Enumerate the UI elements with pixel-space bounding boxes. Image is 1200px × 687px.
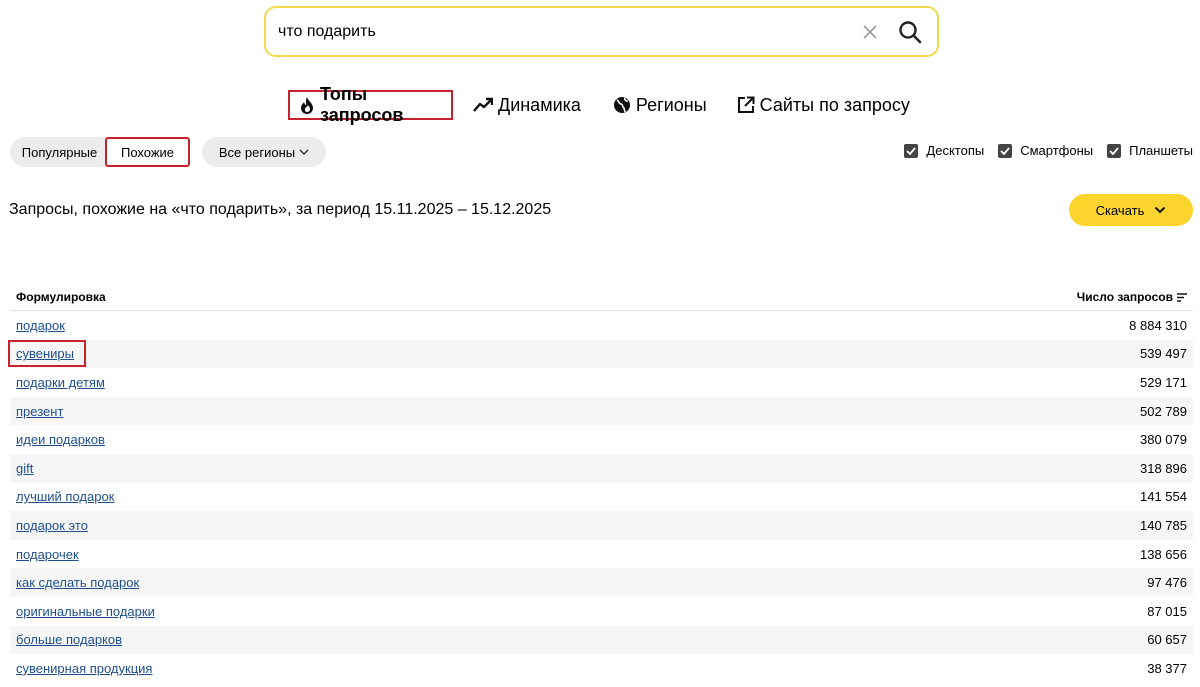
table-row: подарок это 140 785 [10,511,1193,540]
column-count: Число запросов [1076,290,1173,304]
query-link[interactable]: gift [16,461,33,476]
tab-label: Регионы [635,94,707,115]
column-phrase: Формулировка [16,290,106,304]
search-input[interactable] [266,8,855,55]
regions-dropdown[interactable]: Все регионы [202,137,326,167]
checkbox-checked-icon[interactable] [1107,143,1122,158]
checkbox-checked-icon[interactable] [904,143,919,158]
query-count: 529 171 [1140,374,1187,390]
device-label: Смартфоны [1020,143,1094,158]
search-box [264,6,939,57]
query-count: 380 079 [1140,432,1187,448]
download-label: Скачать [1095,202,1145,218]
queries-table: Формулировка Число запросов подарок 8 884… [7,284,1193,683]
tab-top-queries[interactable]: Топы запросов [288,84,453,125]
query-count: 8 884 310 [1129,317,1187,333]
external-link-icon [737,96,755,114]
checkbox-checked-icon[interactable] [998,143,1013,158]
filter-popular[interactable]: Популярные [10,137,107,167]
query-link[interactable]: подарок это [16,518,88,533]
query-link[interactable]: идеи подарков [16,432,105,447]
table-row: сувенирная продукция 38 377 [10,654,1193,683]
table-row: презент 502 789 [10,396,1193,426]
table-row: больше подарков 60 657 [10,625,1193,655]
query-link[interactable]: подарочек [16,547,79,562]
table-row: подарок 8 884 310 [10,311,1193,340]
chevron-down-icon [1154,206,1166,214]
query-count: 140 785 [1140,517,1187,533]
tab-regions[interactable]: Регионы [613,90,707,120]
page-title: Запросы, похожие на «что подарить», за п… [9,201,552,218]
query-link[interactable]: презент [16,404,63,419]
table-row: подарки детям 529 171 [10,368,1193,397]
sort-icon [1177,292,1187,302]
chevron-down-icon [299,149,309,155]
table-row: сувениры 539 497 [7,339,1193,369]
search-icon[interactable] [893,15,927,49]
query-link[interactable]: сувенирная продукция [16,661,152,676]
query-link[interactable]: оригинальные подарки [16,604,155,619]
query-count: 318 896 [1140,460,1187,476]
globe-icon [613,96,631,114]
table-row: лучший подарок 141 554 [10,483,1193,512]
query-count: 97 476 [1147,575,1187,591]
query-count: 502 789 [1140,403,1187,419]
query-count: 539 497 [1140,346,1187,362]
query-count: 60 657 [1147,632,1187,648]
device-label: Планшеты [1129,143,1193,158]
device-smartphone[interactable]: Смартфоны [998,143,1093,158]
device-desktop[interactable]: Десктопы [904,143,984,158]
query-count: 38 377 [1147,660,1187,676]
tab-dynamics[interactable]: Динамика [473,90,581,120]
query-link[interactable]: подарок [16,318,65,333]
tab-label: Топы запросов [320,84,404,125]
column-count-sort[interactable]: Число запросов [1077,290,1187,304]
table-body: подарок 8 884 310 сувениры 539 497 подарки д… [7,311,1193,683]
trend-icon [473,97,493,113]
tab-label: Сайты по запросу [759,94,910,115]
table-row: идеи подарков 380 079 [10,425,1193,454]
table-header: Формулировка Число запросов [10,284,1193,311]
query-link[interactable]: больше подарков [16,632,122,647]
query-count: 138 656 [1140,546,1187,562]
filter-similar[interactable]: Похожие [105,137,190,167]
device-label: Десктопы [926,143,985,158]
tab-sites[interactable]: Сайты по запросу [737,90,910,120]
table-row: оригинальные подарки 87 015 [10,597,1193,626]
table-row: как сделать подарок 97 476 [10,568,1193,597]
table-row: gift 318 896 [10,453,1193,483]
tab-label: Динамика [498,94,581,115]
query-count: 141 554 [1140,489,1187,505]
query-link[interactable]: подарки детям [16,375,105,390]
table-row: подарочек 138 656 [10,540,1193,569]
query-link[interactable]: сувениры [7,340,87,368]
query-type-toggle: Популярные Похожие [10,137,190,167]
device-tablet[interactable]: Планшеты [1107,143,1193,158]
fire-icon [299,96,315,115]
query-count: 87 015 [1147,603,1187,619]
query-link[interactable]: как сделать подарок [16,575,139,590]
tabs: Топы запросов Динамика Регионы Сайты по … [288,84,910,125]
device-filters: Десктопы Смартфоны Планшеты [890,143,1193,158]
regions-label: Все регионы [218,144,296,160]
query-link[interactable]: лучший подарок [16,489,114,504]
download-button[interactable]: Скачать [1069,194,1193,226]
close-icon[interactable] [855,17,885,47]
